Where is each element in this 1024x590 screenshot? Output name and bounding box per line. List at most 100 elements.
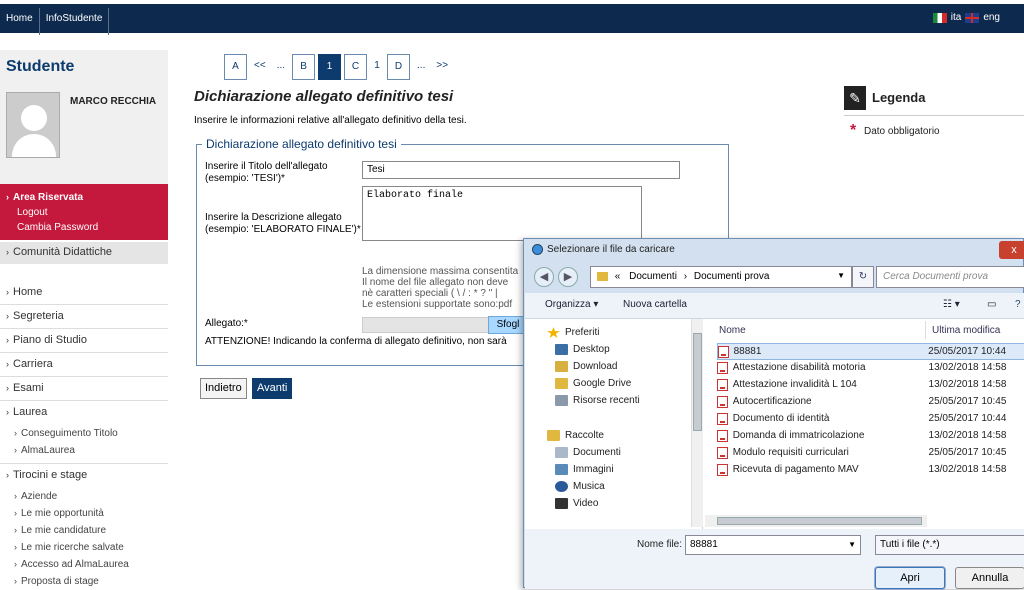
view-options-icon[interactable]: ☷ ▾ [943,299,960,310]
sidebar-subitem-proposta[interactable]: › Proposta di stage [0,573,168,590]
lang-eng[interactable]: eng [983,12,1000,23]
drive-icon [555,378,568,389]
chevron-down-icon[interactable]: ▼ [848,540,856,549]
sidebar-item-home[interactable]: › Home [0,281,168,305]
tree-item-download[interactable]: Download [555,361,617,372]
fieldset-legend: Dichiarazione allegato definitivo tesi [202,137,401,151]
area-riservata-box: › Area Riservata Logout Cambia Password [0,184,168,240]
page-title: Dichiarazione allegato definitivo tesi [194,88,454,105]
chevron-down-icon[interactable]: ▼ [837,271,845,280]
recent-icon [555,395,568,406]
column-separator[interactable] [925,321,926,339]
nav-infostudente[interactable]: InfoStudente [40,8,110,35]
file-row[interactable]: Attestazione disabilità motoria 13/02/201… [717,360,1024,377]
preview-pane-icon[interactable]: ▭ [987,299,996,310]
column-nome[interactable]: Nome [719,325,746,336]
file-path-input[interactable] [362,317,502,333]
file-row[interactable]: Domanda di immatricolazione 13/02/2018 14… [717,428,1024,445]
sidebar-subitem-conseguimento[interactable]: › Conseguimento Titolo [0,425,168,442]
pin-icon: ✎ [844,86,866,110]
browse-button[interactable]: Sfogl [488,316,528,334]
english-flag-icon[interactable] [965,12,980,23]
tree-item-risorse-recenti[interactable]: Risorse recenti [555,395,640,406]
legend-title: Legenda [872,90,926,105]
cancel-button[interactable]: Annulla [955,567,1024,589]
logout-link[interactable]: Logout [6,205,162,220]
upload-info: La dimensione massima consentita Il nome… [362,266,519,310]
download-icon [555,361,568,372]
open-button[interactable]: Apri [875,567,945,589]
file-row[interactable]: Modulo requisiti curriculari 25/05/2017 1… [717,445,1024,462]
sidebar-subitem-almalaurea[interactable]: › AlmaLaurea [0,442,168,464]
forward-arrow-icon[interactable]: ▶ [558,267,578,287]
organizza-button[interactable]: Organizza ▾ [545,299,598,310]
titolo-input[interactable]: Tesi [362,161,680,179]
tree-scrollbar[interactable] [691,319,703,527]
browser-icon [532,244,543,255]
dialog-nav-bar: ◀ ▶ « Documenti › Documenti prova ▼ ↻ Ce… [530,266,1024,290]
file-row[interactable]: 88881 25/05/2017 10:44 [717,343,1024,360]
comunita-didattiche[interactable]: › Comunità Didattiche [0,242,168,264]
file-row[interactable]: Attestazione invalidità L 104 13/02/2018 … [717,377,1024,394]
music-icon [555,481,568,492]
filetype-select[interactable]: Tutti i file (*.*) [875,535,1024,555]
sidebar-subitem-aziende[interactable]: › Aziende [0,488,168,505]
pdf-icon [717,430,728,442]
close-button[interactable]: x [999,241,1024,259]
lang-ita[interactable]: ita [951,12,962,23]
tree-item-desktop[interactable]: Desktop [555,344,610,355]
address-bar[interactable]: « Documenti › Documenti prova ▼ [590,266,852,288]
file-row[interactable]: Ricevuta di pagamento MAV 13/02/2018 14:5… [717,462,1024,479]
tree-item-raccolte[interactable]: Raccolte [547,430,604,441]
column-ultima-modifica[interactable]: Ultima modifica [932,325,1000,336]
sidebar-item-esami[interactable]: › Esami [0,377,168,401]
descrizione-textarea[interactable]: Elaborato finale [362,186,642,241]
italian-flag-icon[interactable] [932,12,947,23]
tree-item-video[interactable]: Video [555,498,598,509]
step-current[interactable]: 1 [318,54,342,80]
pdf-icon [717,362,728,374]
sidebar-subitem-candidature[interactable]: › Le mie candidature [0,522,168,539]
step-c[interactable]: C [344,54,368,80]
sidebar-item-tirocini[interactable]: › Tirocini e stage [0,464,168,488]
dialog-title: Selezionare il file da caricare [547,244,675,255]
sidebar-subitem-ricerche[interactable]: › Le mie ricerche salvate [0,539,168,556]
sidebar-item-piano-di-studio[interactable]: › Piano di Studio [0,329,168,353]
pdf-icon [717,379,728,391]
folder-icon [597,271,608,281]
step-b[interactable]: B [292,54,316,80]
file-list-scrollbar[interactable] [705,515,927,527]
step-prev[interactable]: << [250,54,270,80]
file-row[interactable]: Autocertificazione 25/05/2017 10:45 [717,394,1024,411]
sidebar-item-laurea[interactable]: › Laurea [0,401,168,425]
file-list: Nome Ultima modifica 88881 25/05/2017 10:… [705,319,1024,529]
sidebar-item-carriera[interactable]: › Carriera [0,353,168,377]
tree-item-immagini[interactable]: Immagini [555,464,614,475]
filename-input[interactable]: 88881 ▼ [685,535,861,555]
sidebar-subitem-opportunita[interactable]: › Le mie opportunità [0,505,168,522]
refresh-icon[interactable]: ↻ [852,266,874,288]
area-riservata[interactable]: Area Riservata [13,192,83,203]
step-next[interactable]: >> [432,54,452,80]
sidebar-subitem-accesso-almalaurea[interactable]: › Accesso ad AlmaLaurea [0,556,168,573]
back-arrow-icon[interactable]: ◀ [534,267,554,287]
step-d[interactable]: D [387,54,411,80]
file-row[interactable]: Documento di identità 25/05/2017 10:44 [717,411,1024,428]
cambia-password-link[interactable]: Cambia Password [6,220,162,235]
step-a[interactable]: A [224,54,247,80]
search-input[interactable]: Cerca Documenti prova [876,266,1024,288]
tree-item-musica[interactable]: Musica [555,481,605,492]
pdf-icon [717,464,728,476]
tree-item-google-drive[interactable]: Google Drive [555,378,631,389]
titolo-label: Inserire il Titolo dell'allegato (esempio… [205,161,328,184]
nuova-cartella-button[interactable]: Nuova cartella [623,299,687,310]
help-icon[interactable]: ? [1015,299,1021,310]
next-button[interactable]: Avanti [252,378,293,399]
tree-item-documenti[interactable]: Documenti [555,447,621,458]
nav-home[interactable]: Home [0,8,40,35]
sidebar-item-segreteria[interactable]: › Segreteria [0,305,168,329]
tree-item-preferiti[interactable]: Preferiti [547,327,599,338]
back-button[interactable]: Indietro [200,378,247,399]
legend-divider [844,115,1024,116]
step-number: 1 [374,60,380,71]
